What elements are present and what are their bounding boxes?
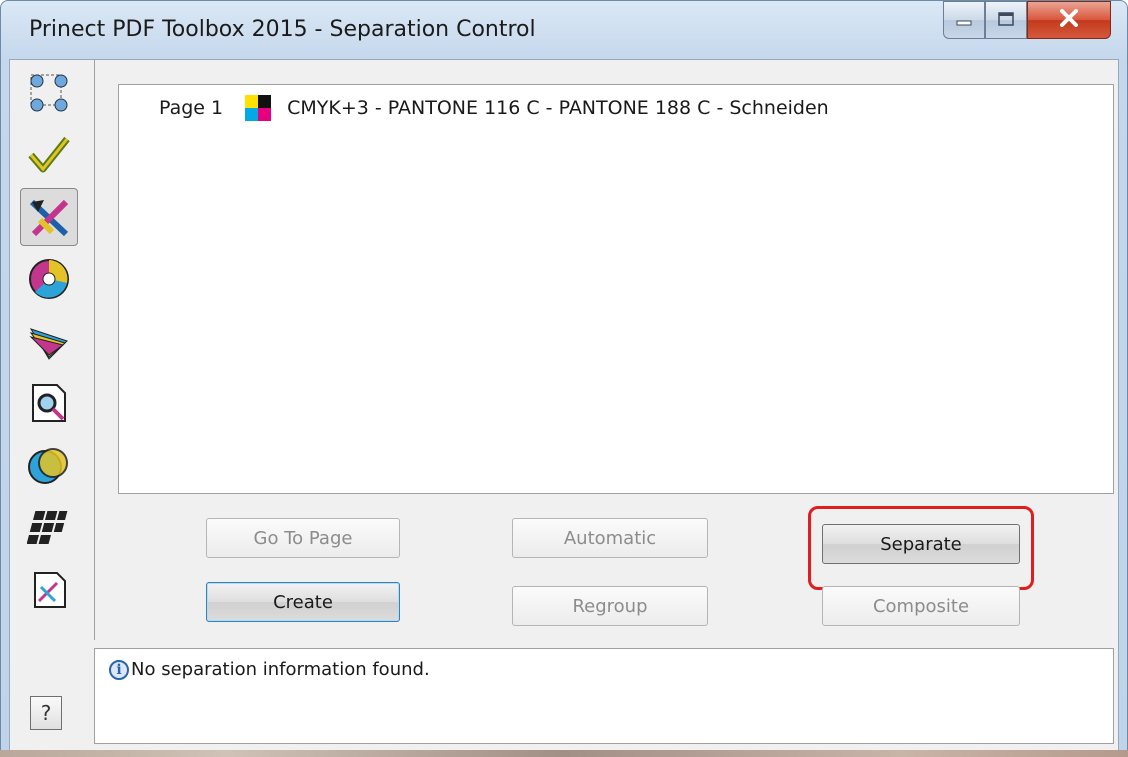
help-button[interactable]: ? bbox=[30, 696, 62, 730]
minimize-icon bbox=[956, 11, 972, 30]
cmyk-swatch-icon bbox=[245, 95, 272, 121]
tool-sidebar bbox=[10, 60, 95, 640]
window-controls bbox=[943, 1, 1111, 39]
dialog-body: Page 1 CMYK+3 - PANTONE 116 C - PANTONE … bbox=[9, 59, 1119, 752]
composite-button[interactable]: Composite bbox=[822, 586, 1020, 626]
close-button[interactable] bbox=[1027, 1, 1111, 39]
maximize-button[interactable] bbox=[985, 1, 1027, 39]
regroup-button[interactable]: Regroup bbox=[512, 586, 708, 626]
document-pen-icon[interactable] bbox=[20, 560, 78, 618]
separation-list[interactable]: Page 1 CMYK+3 - PANTONE 116 C - PANTONE … bbox=[118, 84, 1114, 494]
close-icon bbox=[1059, 9, 1079, 31]
color-plates-label: CMYK+3 - PANTONE 116 C - PANTONE 188 C -… bbox=[287, 97, 829, 119]
status-message-row: i No separation information found. bbox=[109, 659, 430, 680]
application-window: Prinect PDF Toolbox 2015 - Separation Co… bbox=[0, 0, 1128, 757]
maximize-icon bbox=[998, 11, 1014, 30]
grid-tiles-icon[interactable] bbox=[20, 498, 78, 556]
color-disc-icon[interactable] bbox=[20, 250, 78, 308]
window-title: Prinect PDF Toolbox 2015 - Separation Co… bbox=[29, 17, 536, 42]
status-message: No separation information found. bbox=[131, 659, 430, 680]
color-swatch-fan-icon[interactable] bbox=[20, 312, 78, 370]
desktop-background-strip bbox=[0, 750, 1128, 757]
overlapping-circles-icon[interactable] bbox=[20, 436, 78, 494]
page-label: Page 1 bbox=[159, 97, 224, 119]
connection-nodes-icon[interactable] bbox=[20, 64, 78, 122]
info-icon: i bbox=[109, 659, 129, 680]
list-item[interactable]: Page 1 CMYK+3 - PANTONE 116 C - PANTONE … bbox=[159, 95, 829, 121]
document-magnifier-icon[interactable] bbox=[20, 374, 78, 432]
separate-highlight bbox=[808, 506, 1034, 590]
minimize-button[interactable] bbox=[943, 1, 985, 39]
go-to-page-button[interactable]: Go To Page bbox=[206, 518, 400, 558]
status-panel: i No separation information found. bbox=[94, 648, 1114, 744]
separation-tool-icon[interactable] bbox=[20, 188, 78, 246]
create-button[interactable]: Create bbox=[206, 582, 400, 622]
automatic-button[interactable]: Automatic bbox=[512, 518, 708, 558]
checkmark-icon[interactable] bbox=[20, 126, 78, 184]
